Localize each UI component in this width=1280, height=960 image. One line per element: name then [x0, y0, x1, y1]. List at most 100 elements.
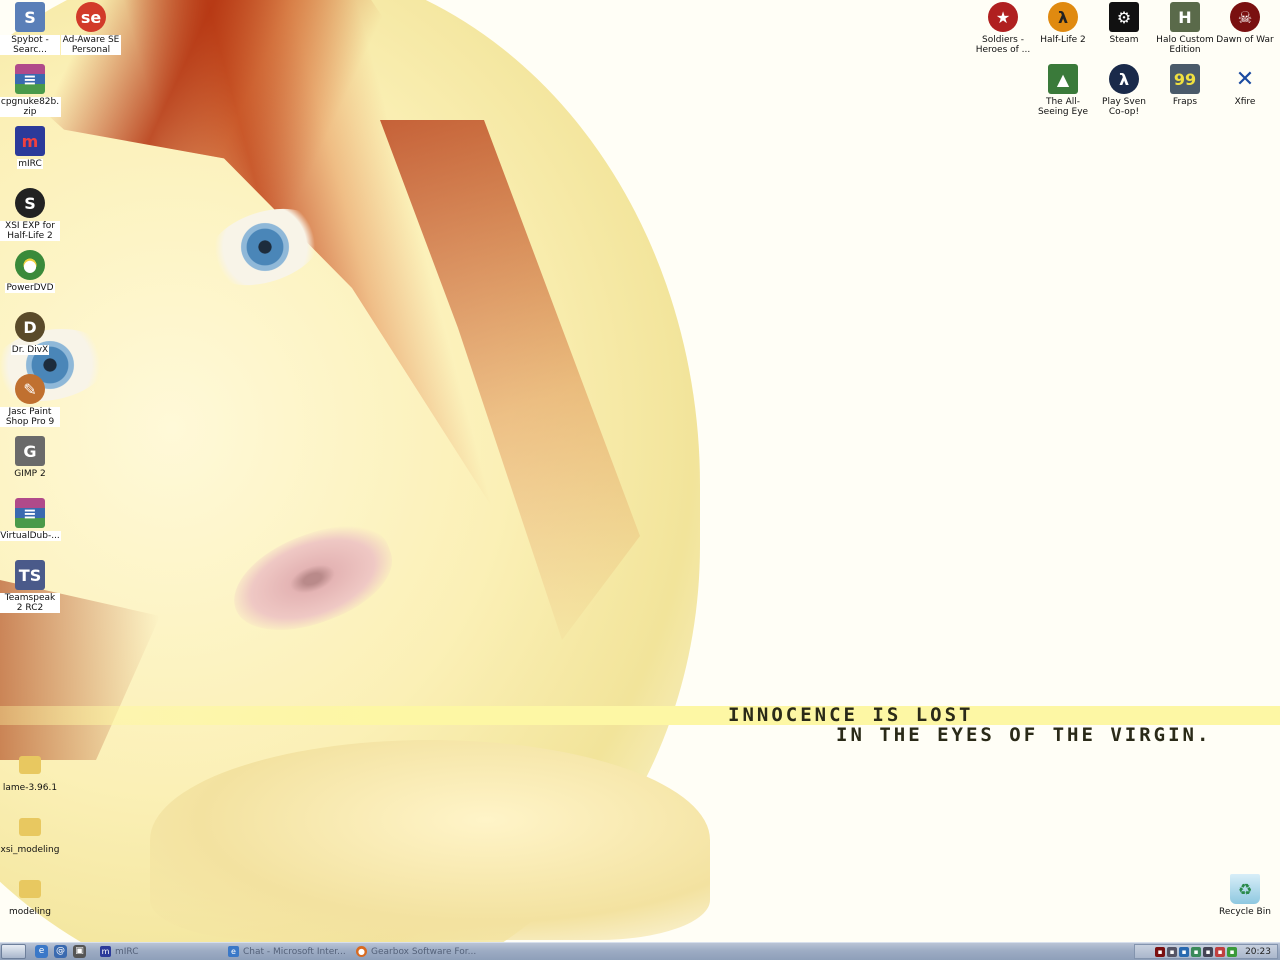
- wallpaper-caption-line2: IN THE EYES OF THE VIRGIN.: [836, 724, 1212, 746]
- desktop-icon-xfire[interactable]: ✕ Xfire: [1215, 64, 1275, 108]
- taskbar-clock[interactable]: 20:23: [1245, 947, 1271, 957]
- desktop-icon-label: Recycle Bin: [1219, 907, 1271, 917]
- desktop-icon-label: xsi_modeling: [0, 845, 60, 855]
- desktop-icon-label: Spybot - Searc...: [0, 35, 60, 55]
- desktop-icon-label: Fraps: [1172, 97, 1198, 107]
- desktop-icon-fraps[interactable]: 99 Fraps: [1155, 64, 1215, 107]
- paintshop-icon: ✎: [15, 374, 45, 404]
- desktop-icon-dawn-of-war[interactable]: ☠ Dawn of War: [1215, 2, 1275, 45]
- taskbar-item-label: Chat - Microsoft Inter...: [243, 946, 346, 957]
- desktop-icon-label: Dawn of War: [1216, 35, 1274, 45]
- taskbar: e @ ▣ m mIRC e Chat - Microsoft Inter...…: [0, 942, 1280, 960]
- folder-icon: [19, 880, 41, 898]
- desktop-icon-halo[interactable]: H Halo Custom Edition: [1155, 2, 1215, 55]
- desktop-icon-label: PowerDVD: [5, 283, 55, 293]
- wallpaper-eye-right: [197, 195, 333, 299]
- tray-antivirus-icon[interactable]: ▪: [1191, 946, 1202, 957]
- sven-coop-icon: λ: [1109, 64, 1139, 94]
- desktop-icon-ad-aware[interactable]: se Ad-Aware SE Personal: [61, 2, 121, 55]
- desktop-icon-label: VirtualDub-...: [0, 531, 61, 541]
- steam-icon: ⚙: [1109, 2, 1139, 32]
- desktop-icon-label: Xfire: [1234, 97, 1256, 107]
- desktop-icon-label: Dr. DivX: [10, 345, 50, 355]
- taskbar-item-chat-ie[interactable]: e Chat - Microsoft Inter...: [228, 944, 350, 959]
- desktop-icon-label: Jasc Paint Shop Pro 9: [0, 407, 60, 427]
- desktop-icon-teamspeak[interactable]: TS Teamspeak 2 RC2: [0, 560, 60, 613]
- taskbar-item-gearbox-firefox[interactable]: ● Gearbox Software For...: [356, 944, 480, 959]
- desktop-icon-half-life-2[interactable]: λ Half-Life 2: [1033, 2, 1093, 45]
- taskbar-item-mirc[interactable]: m mIRC: [100, 944, 220, 959]
- system-tray: ▪ ▪ ▪ ▪ ▪ ▪ ▪ 20:23: [1134, 944, 1278, 959]
- tray-messenger-icon[interactable]: ▪: [1179, 946, 1190, 957]
- outlook-express-icon[interactable]: @: [54, 945, 67, 958]
- dawn-of-war-icon: ☠: [1230, 2, 1260, 32]
- ad-aware-icon: se: [76, 2, 106, 32]
- recycle-bin-icon: ♻: [1230, 874, 1260, 904]
- desktop-icon-soldiers[interactable]: ★ Soldiers - Heroes of ...: [973, 2, 1033, 55]
- wallpaper-face: [0, 0, 700, 942]
- tray-update-icon[interactable]: ▪: [1227, 946, 1238, 957]
- winrar-archive-icon: ≡: [15, 64, 45, 94]
- start-button[interactable]: [1, 944, 26, 959]
- desktop-icon-label: The All-Seeing Eye: [1037, 97, 1089, 117]
- firefox-icon: ●: [356, 946, 367, 957]
- desktop-icon-virtualdub[interactable]: ≡ VirtualDub-...: [0, 498, 61, 541]
- internet-explorer-icon: e: [228, 946, 239, 957]
- tray-icons: ▪ ▪ ▪ ▪ ▪ ▪ ▪: [1155, 946, 1238, 957]
- folder-icon: [19, 756, 41, 774]
- desktop-icon-mirc[interactable]: m mIRC: [0, 126, 60, 169]
- soldiers-icon: ★: [988, 2, 1018, 32]
- desktop-icon-label: modeling: [9, 907, 51, 917]
- tray-security-icon[interactable]: ▪: [1215, 946, 1226, 957]
- taskbar-item-label: mIRC: [115, 946, 139, 957]
- desktop-icon-label: Halo Custom Edition: [1156, 35, 1214, 55]
- desktop-icon-label: lame-3.96.1: [2, 783, 58, 793]
- desktop-icon-xsi-exp[interactable]: S XSI EXP for Half-Life 2: [0, 188, 60, 241]
- desktop-icon-lame-folder[interactable]: lame-3.96.1: [0, 750, 60, 793]
- show-desktop-icon[interactable]: ▣: [73, 945, 86, 958]
- fraps-icon: 99: [1170, 64, 1200, 94]
- spybot-icon: S: [15, 2, 45, 32]
- desktop-icon-modeling-folder[interactable]: modeling: [0, 874, 60, 917]
- half-life-icon: λ: [1048, 2, 1078, 32]
- desktop-icon-all-seeing-eye[interactable]: ▲ The All-Seeing Eye: [1033, 64, 1093, 117]
- all-seeing-eye-icon: ▲: [1048, 64, 1078, 94]
- desktop-icon-cpgnuke-zip[interactable]: ≡ cpgnuke82b.zip: [0, 64, 61, 117]
- wallpaper-text-band: [0, 706, 1280, 725]
- desktop-icon-steam[interactable]: ⚙ Steam: [1094, 2, 1154, 45]
- wallpaper-hair: [0, 0, 589, 519]
- tray-volume-icon[interactable]: ▪: [1203, 946, 1214, 957]
- desktop-icon-label: Half-Life 2: [1040, 35, 1086, 45]
- desktop-icon-label: XSI EXP for Half-Life 2: [0, 221, 60, 241]
- wallpaper-caption-line1: INNOCENCE IS LOST: [728, 704, 974, 726]
- tray-network-icon[interactable]: ▪: [1167, 946, 1178, 957]
- desktop: INNOCENCE IS LOST IN THE EYES OF THE VIR…: [0, 0, 1280, 942]
- mirc-icon: m: [15, 126, 45, 156]
- desktop-icon-label: GIMP 2: [14, 469, 46, 479]
- desktop-icon-label: Teamspeak 2 RC2: [0, 593, 60, 613]
- desktop-icon-label: Steam: [1109, 35, 1139, 45]
- wallpaper-arm: [150, 740, 710, 940]
- desktop-icon-label: Ad-Aware SE Personal: [61, 35, 121, 55]
- desktop-icon-spybot[interactable]: S Spybot - Searc...: [0, 2, 60, 55]
- desktop-icon-powerdvd[interactable]: ● PowerDVD: [0, 250, 60, 293]
- wallpaper-lips: [219, 509, 406, 649]
- tray-app-icon[interactable]: ▪: [1155, 946, 1166, 957]
- internet-explorer-icon[interactable]: e: [35, 945, 48, 958]
- taskbar-item-label: Gearbox Software For...: [371, 946, 477, 957]
- desktop-icon-gimp[interactable]: G GIMP 2: [0, 436, 60, 479]
- mirc-icon: m: [100, 946, 111, 957]
- desktop-icon-label: cpgnuke82b.zip: [0, 97, 61, 117]
- drdivx-icon: D: [15, 312, 45, 342]
- desktop-icon-sven-coop[interactable]: λ Play Sven Co-op!: [1094, 64, 1154, 117]
- desktop-icon-label: Play Sven Co-op!: [1102, 97, 1146, 117]
- desktop-icon-paint-shop-pro[interactable]: ✎ Jasc Paint Shop Pro 9: [0, 374, 60, 427]
- winrar-archive-icon: ≡: [15, 498, 45, 528]
- folder-icon: [19, 818, 41, 836]
- desktop-icon-label: mIRC: [17, 159, 43, 169]
- desktop-icon-recycle-bin[interactable]: ♻ Recycle Bin: [1215, 874, 1275, 917]
- desktop-icon-dr-divx[interactable]: D Dr. DivX: [0, 312, 60, 355]
- powerdvd-icon: ●: [15, 250, 45, 280]
- desktop-icon-xsi-modeling-folder[interactable]: xsi_modeling: [0, 812, 60, 855]
- xsi-icon: S: [15, 188, 45, 218]
